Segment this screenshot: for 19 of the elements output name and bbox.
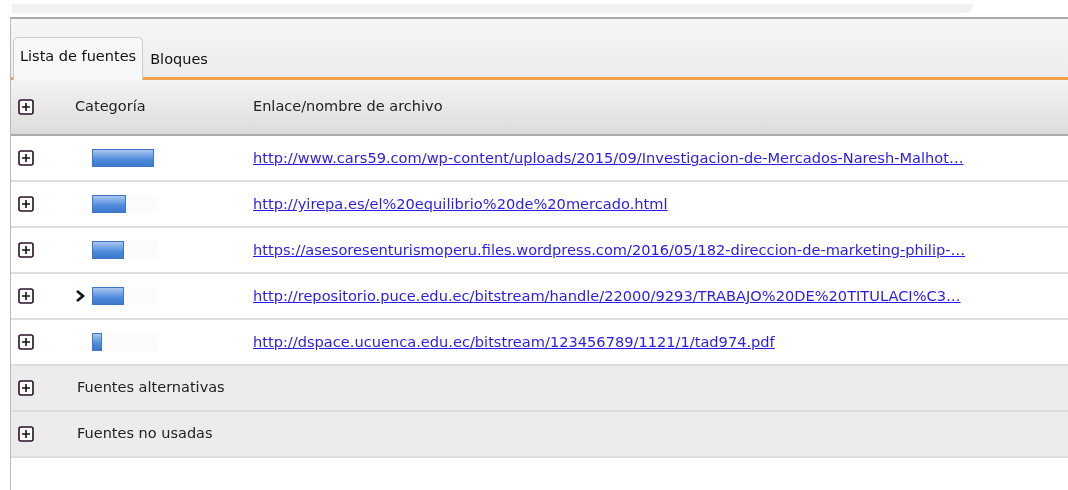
source-link[interactable]: http://yirepa.es/el%20equilibrio%20de%20mercado.html [253,195,668,213]
expand-icon[interactable] [18,426,34,442]
tab[interactable]: Bloques [143,40,215,80]
expand-icon[interactable] [18,380,34,396]
expand-icon[interactable] [18,196,34,212]
source-link[interactable]: http://repositorio.puce.edu.ec/bitstream/handle/22000/9293/TRABAJO%20DE%20TITULACI%C3… [253,287,961,305]
expand-icon[interactable] [18,150,34,166]
source-link[interactable]: http://www.cars59.com/wp-content/uploads/2015/09/Investigacion-de-Mercados-Naresh-Malhot… [253,149,964,167]
tab[interactable]: Lista de fuentes [13,37,144,80]
column-header: Enlace/nombre de archivo [253,97,443,117]
expand-icon[interactable] [18,334,34,350]
column-header: Categoría [75,97,146,117]
group-label: Fuentes alternativas [77,378,225,398]
group-label: Fuentes no usadas [77,424,213,444]
expand-icon[interactable] [18,288,34,304]
expand-all-icon[interactable] [18,99,34,115]
source-link[interactable]: https://asesoresenturismoperu.files.wordpress.com/2016/05/182-direccion-de-marketing-philip-… [253,241,966,259]
expand-icon[interactable] [18,242,34,258]
source-link[interactable]: http://dspace.ucuenca.edu.ec/bitstream/123456789/1121/1/tad974.pdf [253,333,775,351]
